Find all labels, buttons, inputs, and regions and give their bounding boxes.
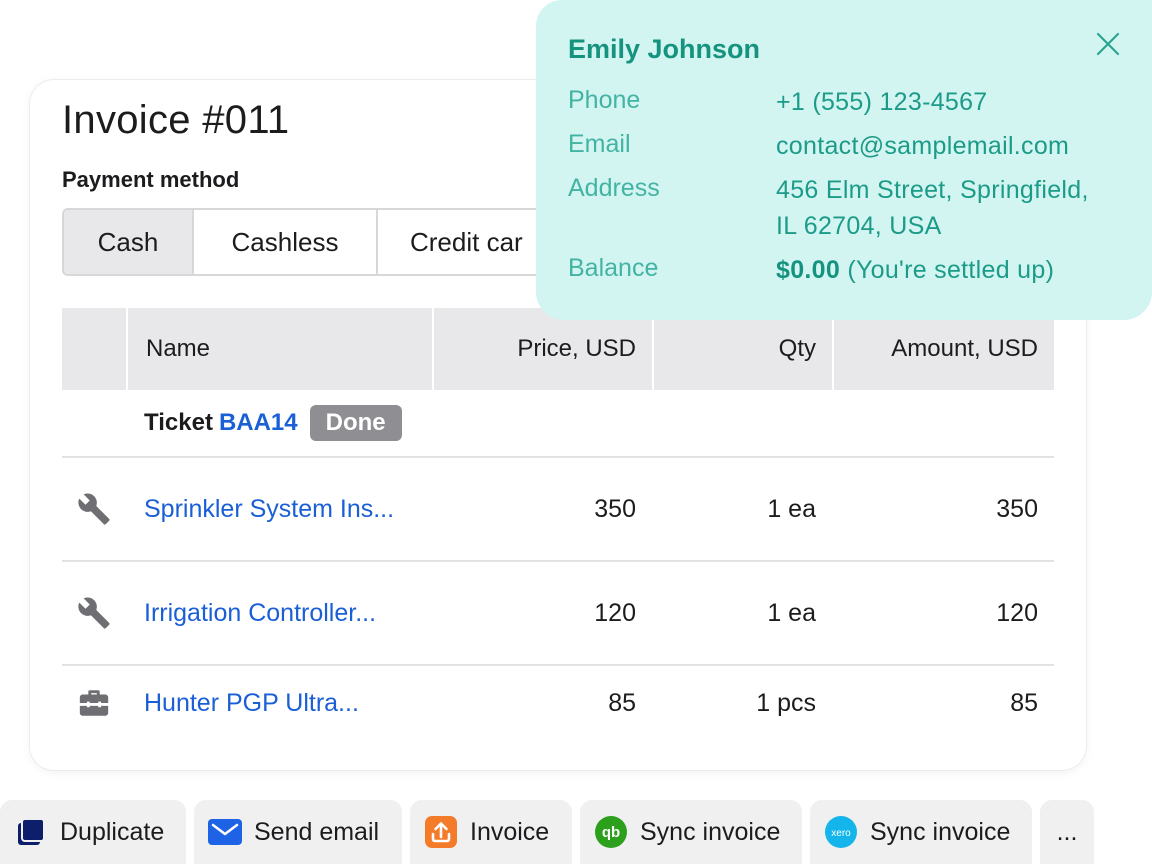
header-icon-column [62,308,126,390]
ticket-group-row: Ticket BAA14 Done [62,390,1054,458]
table-row: Sprinkler System Ins... 350 1 ea 350 [62,458,1054,562]
balance-label: Balance [568,254,659,282]
ticket-link[interactable]: BAA14 [219,409,298,437]
svg-text:qb: qb [602,824,620,841]
phone-label: Phone [568,86,641,114]
table-header: Name Price, USD Qty Amount, USD [62,308,1054,390]
xero-icon: xero [824,815,858,849]
item-qty: 1 ea [767,598,816,627]
balance-amount: $0.00 [776,256,841,284]
address-label: Address [568,174,660,202]
contact-popover: Emily Johnson Phone +1 (555) 123-4567 Em… [536,0,1152,320]
ticket-label: Ticket [144,409,213,436]
table-row: Irrigation Controller... 120 1 ea 120 [62,562,1054,666]
item-name-link[interactable]: Hunter PGP Ultra... [126,689,432,718]
header-amount[interactable]: Amount, USD [834,308,1054,390]
balance-value: $0.00 (You're settled up) [776,252,1054,288]
item-name-link[interactable]: Sprinkler System Ins... [126,495,432,524]
item-amount: 85 [1010,688,1038,717]
wrench-icon [62,492,126,526]
item-amount: 120 [996,598,1038,627]
envelope-icon [208,815,242,849]
invoice-title: Invoice #011 [62,98,290,142]
email-label: Email [568,130,631,158]
header-name[interactable]: Name [128,308,432,390]
address-line-1: 456 Elm Street, Springfield, [776,176,1089,204]
wrench-icon [62,596,126,630]
contact-name: Emily Johnson [568,34,761,64]
send-email-label: Send email [254,817,380,846]
sync-xero-button[interactable]: xero Sync invoice [810,800,1032,864]
item-price: 120 [594,598,636,627]
sync-xero-label: Sync invoice [870,817,1011,846]
upload-icon [424,815,458,849]
phone-value[interactable]: +1 (555) 123-4567 [776,84,988,120]
item-amount: 350 [996,494,1038,523]
duplicate-button[interactable]: Duplicate [0,800,186,864]
invoice-label: Invoice [470,817,550,846]
action-bar: Duplicate Send email Invoice qb Sync inv… [0,800,1152,864]
payment-option-cash[interactable]: Cash [64,210,194,274]
payment-method-label: Payment method [62,167,240,192]
address-line-2: IL 62704, USA [776,212,942,240]
item-qty: 1 ea [767,494,816,523]
balance-note: (You're settled up) [847,256,1055,284]
send-email-button[interactable]: Send email [194,800,402,864]
toolbox-icon [62,686,126,720]
item-name-link[interactable]: Irrigation Controller... [126,599,432,628]
email-value[interactable]: contact@samplemail.com [776,128,1069,164]
more-label: ... [1056,817,1078,846]
duplicate-icon [14,815,48,849]
payment-option-cashless[interactable]: Cashless [194,210,378,274]
payment-method-selector: Cash Cashless Credit car [62,208,580,276]
item-price: 350 [594,494,636,523]
header-price[interactable]: Price, USD [434,308,652,390]
sync-quickbooks-button[interactable]: qb Sync invoice [580,800,802,864]
close-icon[interactable] [1092,28,1124,60]
duplicate-label: Duplicate [60,817,165,846]
invoice-export-button[interactable]: Invoice [410,800,572,864]
sync-quickbooks-label: Sync invoice [640,817,781,846]
more-actions-button[interactable]: ... [1040,800,1094,864]
header-qty[interactable]: Qty [654,308,832,390]
item-price: 85 [608,688,636,717]
status-badge: Done [309,405,402,441]
svg-text:xero: xero [831,828,851,839]
quickbooks-icon: qb [594,815,628,849]
item-qty: 1 pcs [756,688,816,717]
table-row: Hunter PGP Ultra... 85 1 pcs 85 [62,666,1054,740]
